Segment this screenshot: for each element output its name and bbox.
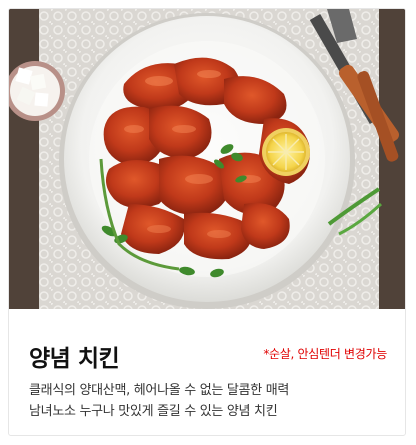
- seasoned-chicken-image: [9, 9, 405, 309]
- product-card[interactable]: 양념 치킨 *순살, 안심텐더 변경가능 클래식의 양대산맥, 헤어나올 수 없…: [8, 8, 406, 436]
- product-name: 양념 치킨: [29, 346, 120, 372]
- option-note: *순살, 안심텐더 변경가능: [263, 347, 387, 361]
- product-photo: [9, 9, 405, 309]
- product-info: 양념 치킨 *순살, 안심텐더 변경가능 클래식의 양대산맥, 헤어나올 수 없…: [9, 309, 405, 435]
- description-line: 남녀노소 누구나 맛있게 즐길 수 있는 양념 치킨: [29, 404, 278, 419]
- product-description: 클래식의 양대산맥, 헤어나올 수 없는 달콤한 매력 남녀노소 누구나 맛있게…: [29, 380, 289, 422]
- description-line: 클래식의 양대산맥, 헤어나올 수 없는 달콤한 매력: [29, 383, 290, 398]
